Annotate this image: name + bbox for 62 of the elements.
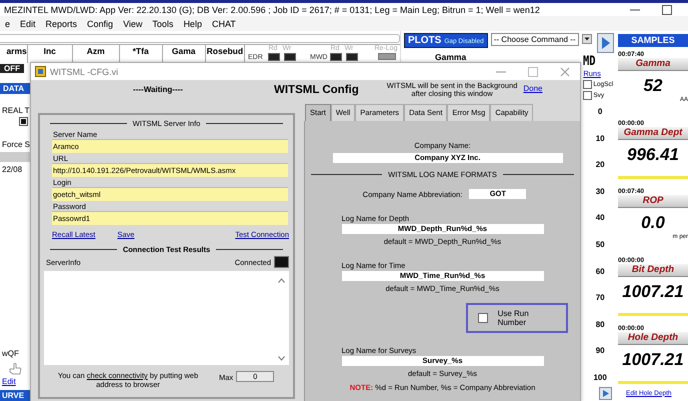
off-button[interactable]: OFF	[0, 64, 24, 73]
dialog-heading: WITSML Config	[274, 83, 359, 96]
maximize-icon[interactable]	[662, 4, 672, 14]
real-time-checkbox[interactable]	[19, 117, 28, 126]
sample-title-button[interactable]: Gamma	[618, 58, 688, 71]
scroll-up-icon[interactable]	[278, 278, 285, 283]
depth-tick: 100	[592, 372, 608, 384]
depth-tick: 20	[594, 159, 606, 172]
depth-tick: 10	[594, 132, 606, 145]
level-bar	[618, 381, 688, 384]
level-bar	[618, 176, 688, 178]
option-checkbox[interactable]	[583, 80, 592, 89]
depth-tick: 90	[594, 345, 606, 358]
menu-item[interactable]: e	[0, 18, 16, 28]
depth-tick: 30	[594, 186, 606, 198]
option-checkbox[interactable]	[583, 91, 592, 100]
sample-title-button[interactable]: Bit Depth	[618, 264, 688, 276]
menu-item[interactable]: View	[118, 18, 148, 28]
depth-tick: 0	[596, 106, 604, 118]
close-icon[interactable]	[560, 66, 570, 76]
window-title: MEZINTEL MWD/LWD: App Ver: 22.20.130 (G); DB Ver: 2.00.596 ; Job ID = 2617; # = 0131; Leg = Main Leg; Bitrun = 1; Well = wen12	[4, 4, 540, 14]
dialog-title: WITSML -CFG.vi	[50, 66, 118, 76]
sample-value: 0.0	[640, 213, 666, 233]
data-tab[interactable]: DATA	[0, 83, 30, 94]
run-number-checkbox[interactable]: Use Run Number	[466, 303, 568, 333]
sample-title-button[interactable]: Hole Depth	[618, 332, 688, 345]
samples-header: SAMPLES	[618, 34, 688, 47]
app-icon	[35, 66, 46, 77]
depth-tick: 50	[594, 238, 606, 251]
command-dropdown[interactable]: -- Choose Command --	[490, 33, 579, 46]
depth-tick: 80	[594, 318, 606, 331]
play-icon[interactable]	[599, 386, 612, 400]
menu-item[interactable]: Help	[178, 18, 207, 28]
scroll-down-icon[interactable]	[278, 356, 285, 361]
depth-tick: 60	[594, 266, 606, 278]
status-text: ----Waiting----	[132, 84, 184, 94]
sample-value: 1007.21	[621, 350, 685, 370]
done-link[interactable]: Done	[523, 82, 542, 93]
qf-label: wQF	[1, 349, 20, 358]
column-header: arms	[0, 45, 28, 63]
menu-item[interactable]: Reports	[40, 18, 82, 28]
depth-tick: 40	[594, 212, 606, 224]
sample-value: 52	[642, 76, 664, 96]
track-title: Gamma	[435, 53, 466, 62]
sample-title-button[interactable]: ROP	[618, 195, 688, 208]
play-icon[interactable]	[596, 33, 614, 53]
sample-value: 1007.21	[621, 282, 685, 302]
date-cell-text: 22/08	[1, 165, 24, 174]
menu-item[interactable]: Tools	[147, 18, 178, 28]
sample-title-button[interactable]: Gamma Dept	[618, 126, 688, 140]
level-bar	[618, 312, 688, 316]
md-label: MD	[583, 54, 596, 69]
menu-item[interactable]: Edit	[15, 18, 41, 28]
depth-tick: 70	[594, 292, 606, 304]
real-time-label: REAL T	[1, 106, 30, 115]
menu-item[interactable]: CHAT	[206, 18, 241, 28]
sample-value: 996.41	[626, 144, 680, 164]
menu-item[interactable]: Config	[82, 18, 118, 28]
survey-tab[interactable]: URVE	[0, 390, 30, 401]
force-label: Force S	[1, 140, 30, 149]
edit-link[interactable]: Edit	[0, 377, 30, 386]
hand-icon[interactable]	[8, 362, 22, 375]
